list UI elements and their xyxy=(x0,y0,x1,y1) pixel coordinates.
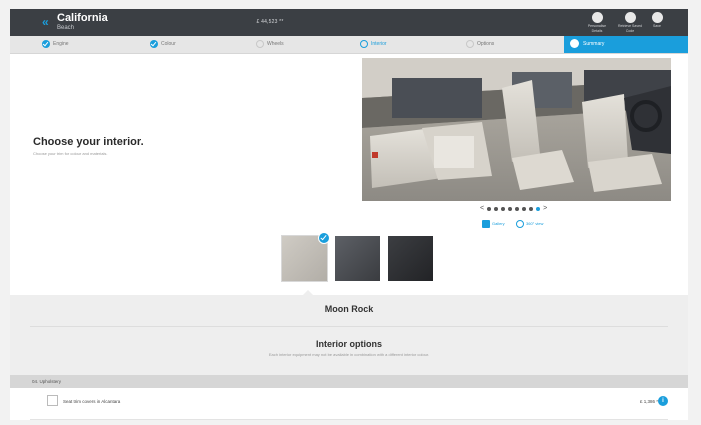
swatch-grey[interactable] xyxy=(335,236,380,281)
interior-options-title: Interior options xyxy=(316,339,382,349)
next-arrow-icon[interactable]: > xyxy=(543,205,547,213)
info-icon[interactable]: i xyxy=(658,396,668,406)
pager-dot[interactable] xyxy=(494,207,499,211)
personalise-label-1: Personalise xyxy=(587,24,607,28)
tab-options[interactable]: Options xyxy=(466,36,494,53)
page-subtitle: Choose your trim for colour and material… xyxy=(33,151,108,156)
pager-dot[interactable] xyxy=(515,207,520,211)
step-bar: Engine Colour Wheels Interior Options Su… xyxy=(10,36,688,54)
retrieve-label-1: Retrieve Saved xyxy=(618,24,642,28)
section-header[interactable]: 04. Upholstery xyxy=(10,375,688,388)
selected-colour-name: Moon Rock xyxy=(324,304,374,314)
gallery-icon xyxy=(482,220,490,228)
prev-arrow-icon[interactable]: < xyxy=(480,205,484,213)
pager-dot-active[interactable] xyxy=(536,207,541,211)
view-360-link[interactable]: 360° view xyxy=(516,220,543,228)
tab-colour[interactable]: Colour xyxy=(150,36,176,53)
view-360-icon xyxy=(516,220,524,228)
page-title: Choose your interior. xyxy=(33,136,144,148)
tab-colour-label: Colour xyxy=(161,41,176,47)
photo-pager: < > xyxy=(480,205,547,213)
swatch-black[interactable] xyxy=(388,236,433,281)
save-button[interactable]: Save xyxy=(642,12,672,28)
option-price: £ 1,386 ** xyxy=(640,399,660,404)
retrieve-saved-button[interactable]: Retrieve Saved Code xyxy=(615,12,645,33)
pager-dot[interactable] xyxy=(529,207,534,211)
pager-dot[interactable] xyxy=(487,207,492,211)
pager-dot[interactable] xyxy=(522,207,527,211)
total-price: £ 44,523 ** xyxy=(256,19,284,25)
check-icon xyxy=(150,39,158,48)
gallery-label: Gallery xyxy=(492,221,505,227)
personalise-button[interactable]: Personalise Details xyxy=(582,12,612,33)
check-icon xyxy=(42,39,50,48)
tab-wheels[interactable]: Wheels xyxy=(256,36,284,53)
save-icon xyxy=(651,12,663,23)
pencil-icon xyxy=(591,12,603,23)
tab-interior-label: Interior xyxy=(371,41,387,47)
tab-interior[interactable]: Interior xyxy=(360,36,387,53)
summary-icon xyxy=(570,39,579,49)
circle-icon xyxy=(360,39,368,48)
view-360-label: 360° view xyxy=(526,221,544,227)
selected-check-icon xyxy=(318,232,330,244)
gallery-link[interactable]: Gallery xyxy=(482,220,505,228)
tab-summary-label: Summary xyxy=(583,41,605,47)
circle-icon xyxy=(256,39,264,48)
circle-icon xyxy=(466,39,474,48)
retrieve-label-2: Code xyxy=(625,29,635,33)
header-bar: « California Beach £ 44,523 ** Personali… xyxy=(10,9,688,36)
tab-engine[interactable]: Engine xyxy=(42,36,69,53)
save-icon xyxy=(624,12,636,23)
tab-wheels-label: Wheels xyxy=(267,41,284,47)
divider xyxy=(30,419,668,420)
tab-engine-label: Engine xyxy=(53,41,69,47)
interior-photo xyxy=(362,58,671,201)
model-variant: Beach xyxy=(57,25,75,31)
personalise-label-2: Details xyxy=(591,29,603,33)
option-row: Seat trim covers in Alcantara £ 1,386 **… xyxy=(10,388,688,420)
interior-options-subtitle: Each interior equipment may not be avail… xyxy=(268,352,430,357)
interior-photo-drawing xyxy=(362,58,671,201)
tab-summary[interactable]: Summary xyxy=(564,36,688,53)
configurator-frame: « California Beach £ 44,523 ** Personali… xyxy=(10,9,688,420)
tab-options-label: Options xyxy=(477,41,495,47)
save-label: Save xyxy=(653,24,661,28)
divider xyxy=(30,326,668,327)
pager-dot[interactable] xyxy=(501,207,506,211)
option-label: Seat trim covers in Alcantara xyxy=(63,399,121,404)
section-label: 04. Upholstery xyxy=(32,379,62,384)
option-checkbox[interactable] xyxy=(47,395,58,406)
pager-dot[interactable] xyxy=(508,207,513,211)
